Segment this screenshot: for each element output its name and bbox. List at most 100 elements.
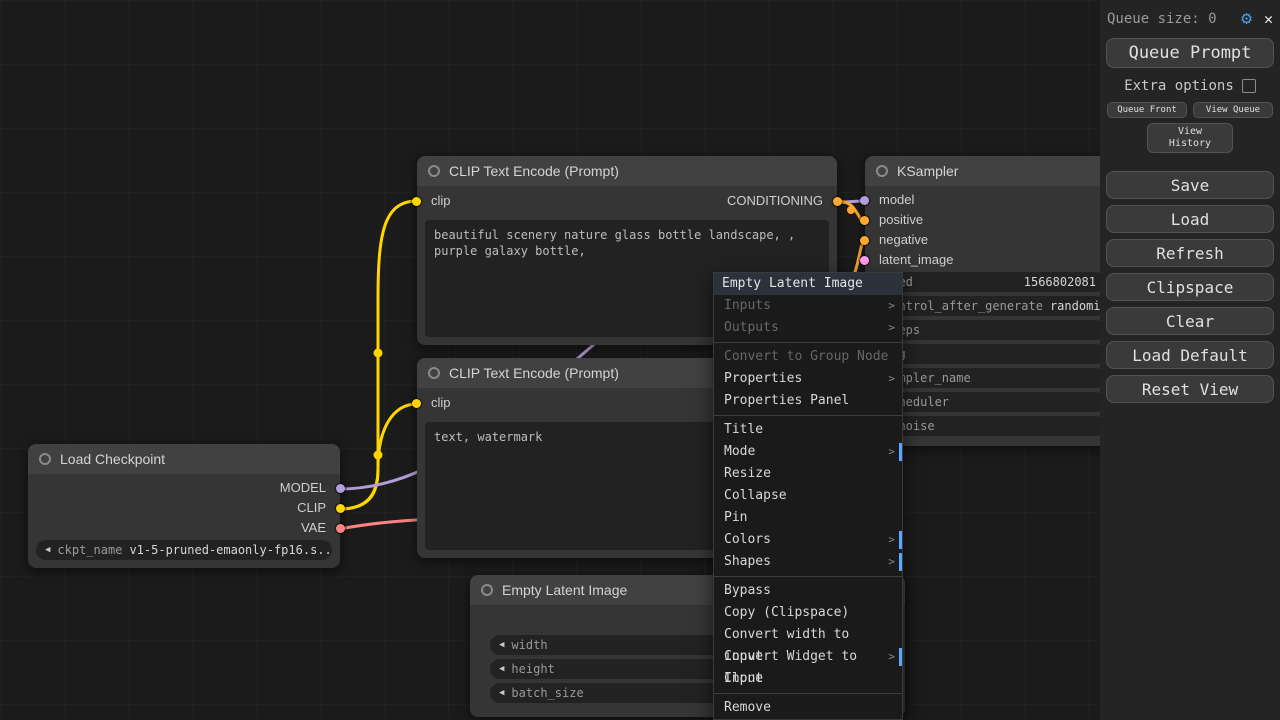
menu-item-properties[interactable]: Properties> bbox=[714, 368, 902, 390]
node-load-checkpoint[interactable]: Load Checkpoint MODEL CLIP VAE ◀ ckpt_na… bbox=[28, 444, 340, 568]
menu-item-title[interactable]: Title bbox=[714, 419, 902, 441]
denoise-widget[interactable]: denoise bbox=[875, 416, 1105, 436]
menu-item-convert-width-to-input[interactable]: Convert width to input bbox=[714, 624, 902, 646]
refresh-button[interactable]: Refresh bbox=[1106, 239, 1274, 267]
comfyui-menu-panel: Queue size: 0 ⚙ ✕ Queue Prompt Extra opt… bbox=[1100, 0, 1280, 720]
queue-front-button[interactable]: Queue Front bbox=[1107, 102, 1187, 118]
view-queue-button[interactable]: View Queue bbox=[1193, 102, 1273, 118]
seed-widget[interactable]: seed 1566802081 bbox=[875, 272, 1105, 292]
node-title: Load Checkpoint bbox=[60, 451, 165, 467]
menu-item-copy-clipspace[interactable]: Copy (Clipspace) bbox=[714, 602, 902, 624]
menu-item-collapse[interactable]: Collapse bbox=[714, 485, 902, 507]
link-dot-conditioning bbox=[847, 206, 855, 214]
menu-item-colors[interactable]: Colors> bbox=[714, 529, 902, 551]
arrow-left-icon[interactable]: ◀ bbox=[499, 664, 504, 674]
widget-label: height bbox=[511, 662, 554, 676]
comfyui-node-canvas[interactable]: CLIP Text Encode (Prompt) clip CONDITION… bbox=[0, 0, 1280, 720]
widget-label: ckpt_name bbox=[57, 543, 122, 557]
collapse-dot-icon[interactable] bbox=[39, 453, 51, 465]
node-title: Empty Latent Image bbox=[502, 582, 627, 598]
extra-options-row: Extra options bbox=[1105, 78, 1275, 94]
scheduler-widget[interactable]: scheduler bbox=[875, 392, 1105, 412]
collapse-dot-icon[interactable] bbox=[428, 165, 440, 177]
menu-item-mode[interactable]: Mode> bbox=[714, 441, 902, 463]
input-slot-dot-latent-image[interactable] bbox=[860, 256, 869, 265]
steps-widget[interactable]: steps bbox=[875, 320, 1105, 340]
sampler-name-widget[interactable]: sampler_name bbox=[875, 368, 1105, 388]
menu-item-pin[interactable]: Pin bbox=[714, 507, 902, 529]
input-slot-label-positive: positive bbox=[879, 212, 923, 228]
control-after-generate-widget[interactable]: control_after_generate randomize bbox=[875, 296, 1105, 316]
widget-label: control_after_generate bbox=[884, 299, 1043, 313]
load-default-button[interactable]: Load Default bbox=[1106, 341, 1274, 369]
link-dot-clip-lower bbox=[374, 451, 383, 460]
cfg-widget[interactable]: cfg bbox=[875, 344, 1105, 364]
input-slot-label-model: model bbox=[879, 192, 914, 208]
submenu-arrow-icon: > bbox=[888, 368, 895, 390]
input-slot-dot-clip[interactable] bbox=[412, 197, 421, 206]
queue-status-row: Queue size: 0 ⚙ ✕ bbox=[1107, 6, 1273, 32]
collapse-dot-icon[interactable] bbox=[876, 165, 888, 177]
input-slot-label-negative: negative bbox=[879, 232, 928, 248]
widget-value: 1566802081 bbox=[1024, 275, 1096, 289]
menu-item-outputs: Outputs> bbox=[714, 317, 902, 339]
submenu-arrow-icon: > bbox=[888, 646, 895, 668]
settings-gear-icon[interactable]: ⚙ bbox=[1241, 10, 1252, 28]
input-slot-label-latent-image: latent_image bbox=[879, 252, 953, 268]
context-menu: Empty Latent Image Inputs> Outputs> Conv… bbox=[713, 272, 903, 720]
input-slot-label: clip bbox=[431, 395, 451, 411]
widget-value: v1-5-pruned-emaonly-fp16.s... bbox=[129, 543, 332, 557]
node-title-bar[interactable]: CLIP Text Encode (Prompt) bbox=[417, 156, 837, 186]
menu-item-convert-widget-to-input[interactable]: Convert Widget to Input> bbox=[714, 646, 902, 668]
menu-item-remove[interactable]: Remove bbox=[714, 697, 902, 719]
output-slot-dot-vae[interactable] bbox=[336, 524, 345, 533]
widget-value: randomize bbox=[1050, 299, 1105, 313]
close-icon[interactable]: ✕ bbox=[1264, 10, 1273, 28]
node-title: CLIP Text Encode (Prompt) bbox=[449, 163, 619, 179]
output-slot-dot-model[interactable] bbox=[336, 484, 345, 493]
reset-view-button[interactable]: Reset View bbox=[1106, 375, 1274, 403]
menu-item-properties-panel[interactable]: Properties Panel bbox=[714, 390, 902, 412]
menu-item-convert-to-group-node: Convert to Group Node bbox=[714, 346, 902, 368]
load-button[interactable]: Load bbox=[1106, 205, 1274, 233]
clipspace-button[interactable]: Clipspace bbox=[1106, 273, 1274, 301]
queue-prompt-button[interactable]: Queue Prompt bbox=[1106, 38, 1274, 68]
submenu-arrow-icon: > bbox=[888, 529, 895, 551]
output-slot-dot-conditioning[interactable] bbox=[833, 197, 842, 206]
node-title-bar[interactable]: Load Checkpoint bbox=[28, 444, 340, 474]
collapse-dot-icon[interactable] bbox=[428, 367, 440, 379]
output-slot-dot-clip[interactable] bbox=[336, 504, 345, 513]
history-row: View History bbox=[1105, 123, 1275, 153]
widget-label: batch_size bbox=[511, 686, 583, 700]
input-slot-dot-clip[interactable] bbox=[412, 399, 421, 408]
input-slot-dot-positive[interactable] bbox=[860, 216, 869, 225]
arrow-left-icon[interactable]: ◀ bbox=[499, 688, 504, 698]
input-slot-dot-model[interactable] bbox=[860, 196, 869, 205]
menu-separator bbox=[714, 415, 902, 416]
collapse-dot-icon[interactable] bbox=[481, 584, 493, 596]
submenu-arrow-icon: > bbox=[888, 551, 895, 573]
view-history-button[interactable]: View History bbox=[1147, 123, 1233, 153]
submenu-arrow-icon: > bbox=[888, 295, 895, 317]
ckpt-name-combo-widget[interactable]: ◀ ckpt_name v1-5-pruned-emaonly-fp16.s..… bbox=[36, 540, 332, 560]
menu-item-bypass[interactable]: Bypass bbox=[714, 580, 902, 602]
menu-separator bbox=[714, 693, 902, 694]
input-slot-dot-negative[interactable] bbox=[860, 236, 869, 245]
extra-options-checkbox[interactable] bbox=[1242, 79, 1256, 93]
menu-item-clone[interactable]: Clone bbox=[714, 668, 902, 690]
node-title-bar[interactable]: KSampler bbox=[865, 156, 1115, 186]
save-button[interactable]: Save bbox=[1106, 171, 1274, 199]
menu-item-shapes[interactable]: Shapes> bbox=[714, 551, 902, 573]
output-slot-label-vae: VAE bbox=[301, 520, 326, 536]
arrow-left-icon[interactable]: ◀ bbox=[499, 640, 504, 650]
link-dot-clip-upper bbox=[374, 349, 383, 358]
widget-label: width bbox=[511, 638, 547, 652]
input-slot-label: clip bbox=[431, 193, 451, 209]
arrow-left-icon[interactable]: ◀ bbox=[45, 545, 50, 555]
menu-item-resize[interactable]: Resize bbox=[714, 463, 902, 485]
output-slot-label-model: MODEL bbox=[280, 480, 326, 496]
menu-item-inputs: Inputs> bbox=[714, 295, 902, 317]
output-slot-label-clip: CLIP bbox=[297, 500, 326, 516]
submenu-arrow-icon: > bbox=[888, 441, 895, 463]
clear-button[interactable]: Clear bbox=[1106, 307, 1274, 335]
